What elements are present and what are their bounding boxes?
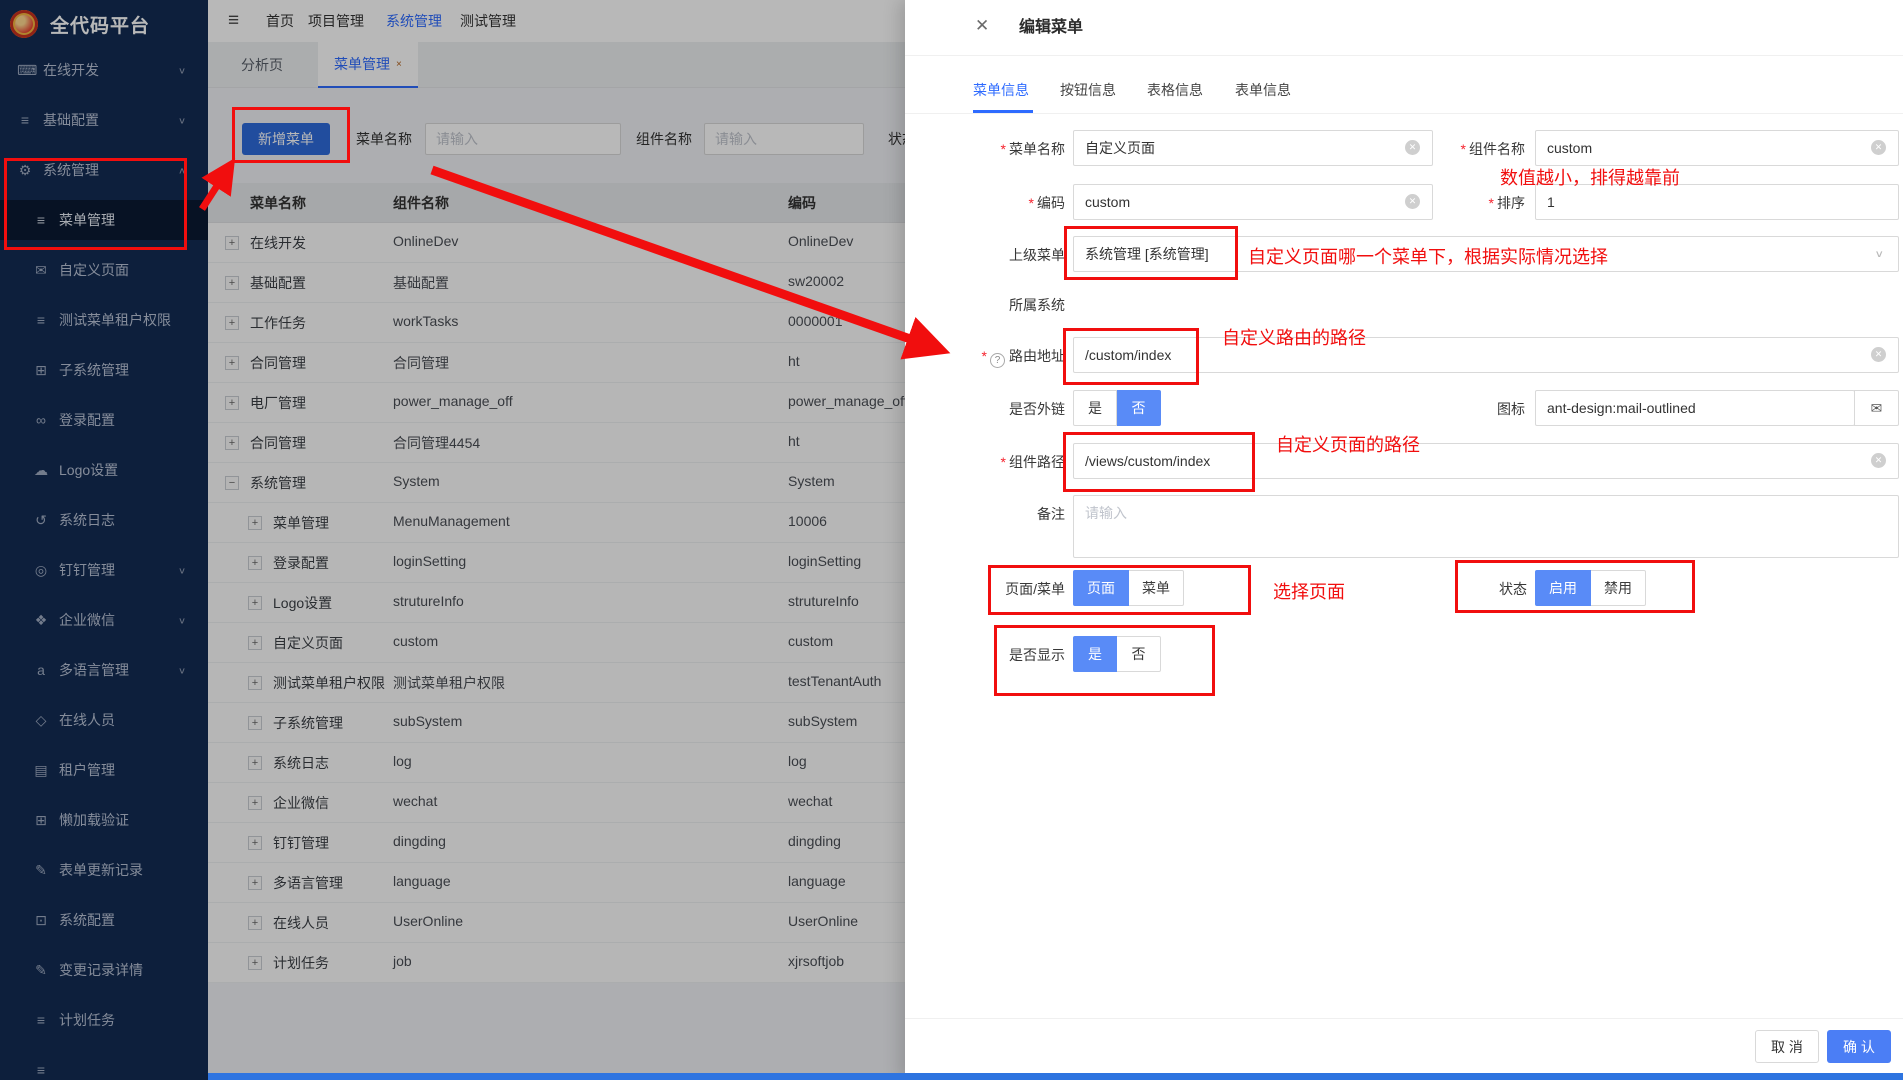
parent-menu-label: 上级菜单 — [905, 245, 1065, 265]
chevron-down-icon: ∨ — [1874, 241, 1884, 267]
help-icon: ? — [990, 353, 1005, 368]
page-menu-label: 页面/菜单 — [905, 579, 1065, 599]
icon-input[interactable] — [1535, 390, 1855, 426]
component-path-label: *组件路径 — [905, 452, 1065, 472]
component-name-label: *组件名称 — [1365, 139, 1525, 159]
component-path-input[interactable] — [1073, 443, 1899, 479]
show-yes-button[interactable]: 是 — [1073, 636, 1117, 672]
external-link-label: 是否外链 — [905, 399, 1065, 419]
page-button[interactable]: 页面 — [1073, 570, 1129, 606]
external-link-toggle: 是 否 — [1073, 390, 1161, 426]
disable-button[interactable]: 禁用 — [1591, 570, 1646, 606]
bottom-edge-strip — [208, 1073, 1903, 1080]
code-label: *编码 — [905, 193, 1065, 213]
drawer-tab-菜单信息[interactable]: 菜单信息 — [973, 80, 1029, 110]
edit-menu-drawer: ✕ 编辑菜单 菜单信息按钮信息表格信息表单信息 *菜单名称 ✕ *组件名称 ✕ … — [905, 0, 1903, 1080]
drawer-tabs-divider — [905, 113, 1903, 114]
cancel-button[interactable]: 取 消 — [1755, 1030, 1819, 1063]
show-toggle: 是 否 — [1073, 636, 1161, 672]
drawer-tab-表单信息[interactable]: 表单信息 — [1235, 80, 1291, 110]
remark-textarea[interactable] — [1073, 495, 1899, 558]
parent-menu-select[interactable]: 系统管理 [系统管理] ∨ — [1073, 236, 1899, 272]
app-root: 全代码平台 ⌨在线开发∨≡基础配置∨⚙系统管理∧≡菜单管理✉自定义页面≡测试菜单… — [0, 0, 1903, 1080]
clear-icon[interactable]: ✕ — [1871, 453, 1886, 468]
status-toggle: 启用 禁用 — [1535, 570, 1646, 606]
route-address-input[interactable] — [1073, 337, 1899, 373]
drawer-tab-按钮信息[interactable]: 按钮信息 — [1060, 80, 1116, 110]
confirm-button[interactable]: 确 认 — [1827, 1030, 1891, 1063]
drawer-title: 编辑菜单 — [1019, 13, 1083, 37]
clear-icon[interactable]: ✕ — [1871, 140, 1886, 155]
close-icon[interactable]: ✕ — [975, 16, 989, 36]
sort-label: *排序 — [1365, 193, 1525, 213]
enable-button[interactable]: 启用 — [1535, 570, 1591, 606]
icon-label: 图标 — [1365, 399, 1525, 419]
status-label: 状态 — [1367, 579, 1527, 599]
external-yes-button[interactable]: 是 — [1073, 390, 1117, 426]
show-no-button[interactable]: 否 — [1117, 636, 1161, 672]
external-no-button[interactable]: 否 — [1117, 390, 1161, 426]
show-label: 是否显示 — [905, 645, 1065, 665]
component-name-input[interactable] — [1535, 130, 1899, 166]
drawer-header-divider — [905, 55, 1903, 56]
clear-icon[interactable]: ✕ — [1871, 347, 1886, 362]
active-tab-ink-bar — [973, 110, 1033, 113]
route-address-label: *?路由地址 — [905, 346, 1065, 368]
page-menu-toggle: 页面 菜单 — [1073, 570, 1184, 606]
menu-button[interactable]: 菜单 — [1129, 570, 1184, 606]
owning-system-label: 所属系统 — [905, 295, 1065, 315]
sort-input[interactable] — [1535, 184, 1899, 220]
remark-label: 备注 — [905, 504, 1065, 524]
drawer-tab-表格信息[interactable]: 表格信息 — [1147, 80, 1203, 110]
menu-name-label: *菜单名称 — [905, 139, 1065, 159]
mail-icon[interactable]: ✉ — [1854, 390, 1899, 426]
drawer-footer-divider — [905, 1018, 1903, 1019]
